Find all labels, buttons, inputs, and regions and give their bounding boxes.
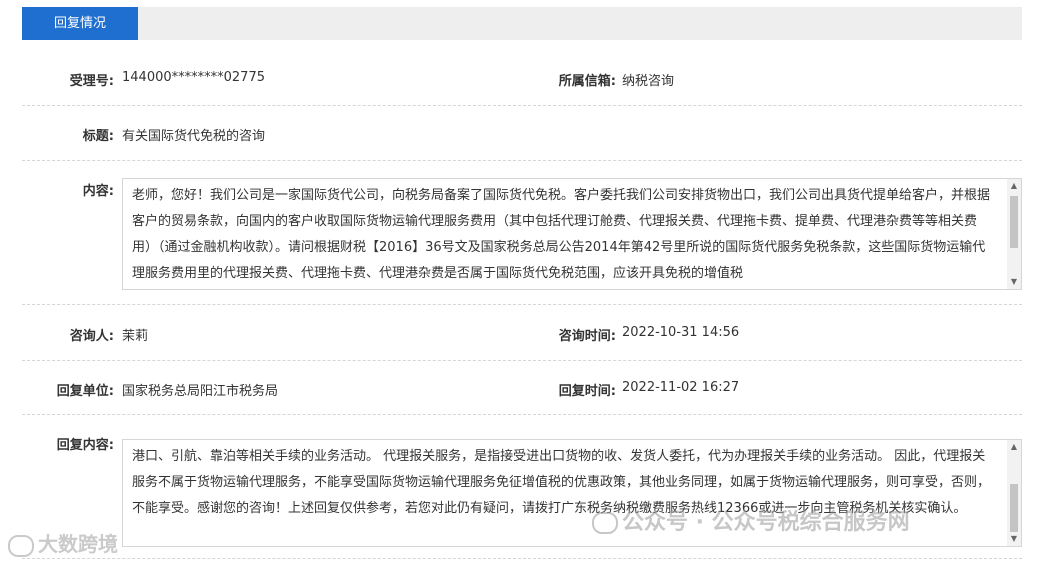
mailbox-value: 纳税咨询 [622, 74, 675, 89]
consult-time-value: 2022-10-31 14:56 [622, 325, 740, 340]
content-scrollbar[interactable]: ▲ ▼ [1007, 179, 1021, 289]
wechat-icon [592, 512, 618, 534]
watermark-logo-icon [8, 534, 34, 557]
reply-time-value: 2022-11-02 16:27 [622, 380, 740, 395]
reply-content-label: 回复内容: [56, 438, 114, 453]
watermark-right: 公众号 · 公众号税综合服务网 [592, 504, 910, 536]
scroll-up-icon[interactable]: ▲ [1007, 440, 1021, 454]
scroll-down-icon[interactable]: ▼ [1007, 275, 1021, 289]
reply-content-scrollbar[interactable]: ▲ ▼ [1007, 440, 1021, 546]
consultant-label: 咨询人: [69, 329, 114, 344]
mailbox-label: 所属信箱: [558, 74, 616, 89]
title-value: 有关国际货代免税的咨询 [122, 129, 266, 144]
row-content: 内容: 老师，您好！我们公司是一家国际货代公司，向税务局备案了国际货代免税。客户… [22, 161, 1022, 305]
content-label: 内容: [82, 184, 114, 199]
row-reply-unit: 回复单位: 国家税务总局阳江市税务局 回复时间: 2022-11-02 16:2… [22, 361, 1022, 415]
consult-time-label: 咨询时间: [558, 329, 616, 344]
content-scroll-thumb[interactable] [1010, 196, 1018, 248]
scroll-down-icon[interactable]: ▼ [1007, 532, 1021, 546]
reply-time-label: 回复时间: [558, 384, 616, 399]
accept-number-value: 144000********02775 [122, 70, 265, 85]
content-text: 老师，您好！我们公司是一家国际货代公司，向税务局备案了国际货代免税。客户委托我们… [132, 188, 991, 281]
watermark-left: 大数跨境 [8, 528, 118, 557]
title-label: 标题: [82, 129, 114, 144]
reply-unit-label: 回复单位: [56, 384, 114, 399]
reply-content-scroll-thumb[interactable] [1010, 484, 1018, 532]
content-textarea[interactable]: 老师，您好！我们公司是一家国际货代公司，向税务局备案了国际货代免税。客户委托我们… [122, 178, 1022, 290]
section-header-bar: 回复情况 [22, 7, 1022, 40]
row-accept-number: 受理号: 144000********02775 所属信箱: 纳税咨询 [22, 47, 1022, 106]
consultant-value: 茉莉 [122, 329, 149, 344]
tab-reply-status[interactable]: 回复情况 [22, 7, 138, 40]
row-consultant: 咨询人: 茉莉 咨询时间: 2022-10-31 14:56 [22, 305, 1022, 361]
scroll-up-icon[interactable]: ▲ [1007, 179, 1021, 193]
accept-number-label: 受理号: [69, 74, 114, 89]
row-title: 标题: 有关国际货代免税的咨询 [22, 106, 1022, 161]
row-reply-content: 回复内容: 港口、引航、靠泊等相关手续的业务活动。 代理报关服务，是指接受进出口… [22, 415, 1022, 559]
reply-unit-value: 国家税务总局阳江市税务局 [122, 384, 279, 399]
